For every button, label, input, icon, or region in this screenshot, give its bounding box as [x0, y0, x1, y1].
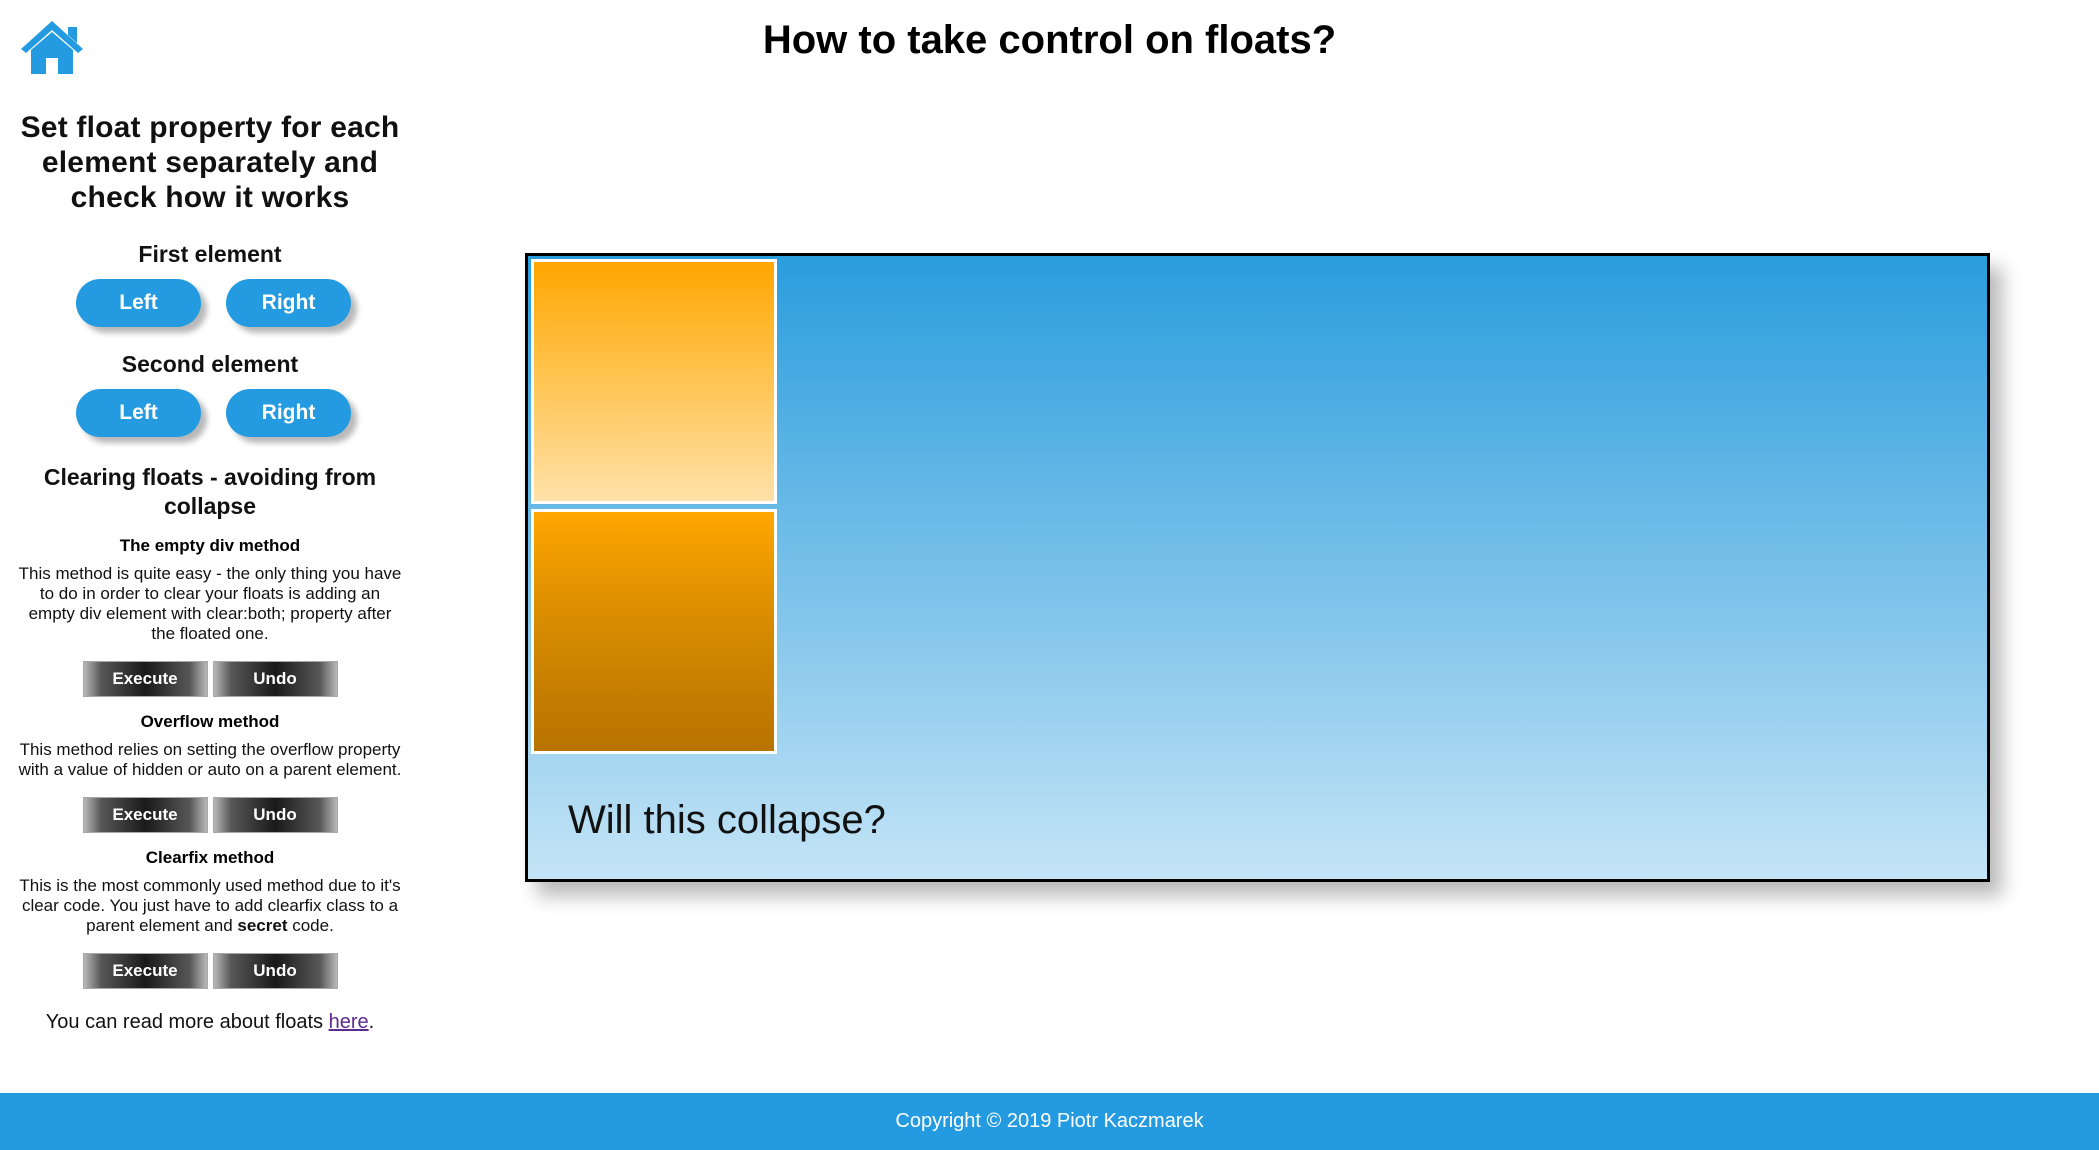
clearfix-method-description: This is the most commonly used method du…	[15, 876, 405, 936]
page: How to take control on floats? Set float…	[0, 0, 2099, 1150]
read-more-suffix: .	[368, 1011, 375, 1033]
first-element-controls: Left Right	[15, 279, 405, 327]
overflow-method: Overflow method This method relies on se…	[15, 711, 405, 833]
overflow-method-title: Overflow method	[140, 712, 280, 731]
clearfix-method: Clearfix method This is the most commonl…	[15, 847, 405, 989]
overflow-execute-button[interactable]: Execute	[82, 797, 208, 833]
empty-div-method-description: This method is quite easy - the only thi…	[18, 564, 402, 643]
clearfix-description-before: This is the most commonly used method du…	[19, 876, 401, 935]
overflow-undo-button[interactable]: Undo	[212, 797, 338, 833]
second-element-left-button[interactable]: Left	[76, 389, 201, 437]
overflow-method-description: This method relies on setting the overfl…	[18, 740, 402, 779]
second-element-right-button[interactable]: Right	[226, 389, 351, 437]
sidebar-heading: Set float property for each element sepa…	[20, 111, 400, 214]
second-element-controls: Left Right	[15, 389, 405, 437]
first-element-right-button[interactable]: Right	[226, 279, 351, 327]
empty-div-undo-button[interactable]: Undo	[212, 661, 338, 697]
clearfix-undo-button[interactable]: Undo	[212, 953, 338, 989]
clearfix-description-secret: secret	[237, 916, 288, 935]
page-title: How to take control on floats?	[762, 18, 1337, 62]
clearing-floats-heading: Clearing floats - avoiding from collapse	[43, 464, 377, 519]
collapse-question: Will this collapse?	[568, 798, 886, 842]
first-element-heading: First element	[138, 241, 282, 267]
read-more-link[interactable]: here	[329, 1011, 369, 1033]
float-controls-sidebar: Set float property for each element sepa…	[15, 110, 405, 1035]
clearfix-execute-button[interactable]: Execute	[82, 953, 208, 989]
second-floated-element	[531, 509, 777, 754]
empty-div-execute-button[interactable]: Execute	[82, 661, 208, 697]
clearfix-method-title: Clearfix method	[145, 848, 275, 867]
house-icon	[21, 21, 83, 74]
home-link[interactable]	[17, 19, 87, 76]
empty-div-method: The empty div method This method is quit…	[15, 535, 405, 697]
page-footer: Copyright © 2019 Piotr Kaczmarek	[0, 1093, 2099, 1150]
copyright-text: Copyright © 2019 Piotr Kaczmarek	[895, 1110, 1204, 1132]
empty-div-method-title: The empty div method	[119, 536, 301, 555]
read-more-prefix: You can read more about floats	[45, 1011, 329, 1033]
second-element-heading: Second element	[121, 351, 299, 377]
empty-div-method-actions: Execute Undo	[15, 661, 405, 697]
read-more-text: You can read more about floats here.	[15, 1009, 405, 1035]
overflow-method-actions: Execute Undo	[15, 797, 405, 833]
first-element-left-button[interactable]: Left	[76, 279, 201, 327]
first-floated-element	[531, 259, 777, 504]
clearfix-method-actions: Execute Undo	[15, 953, 405, 989]
clearfix-description-after: code.	[287, 916, 334, 935]
float-demo-container: Will this collapse?	[525, 253, 1990, 882]
